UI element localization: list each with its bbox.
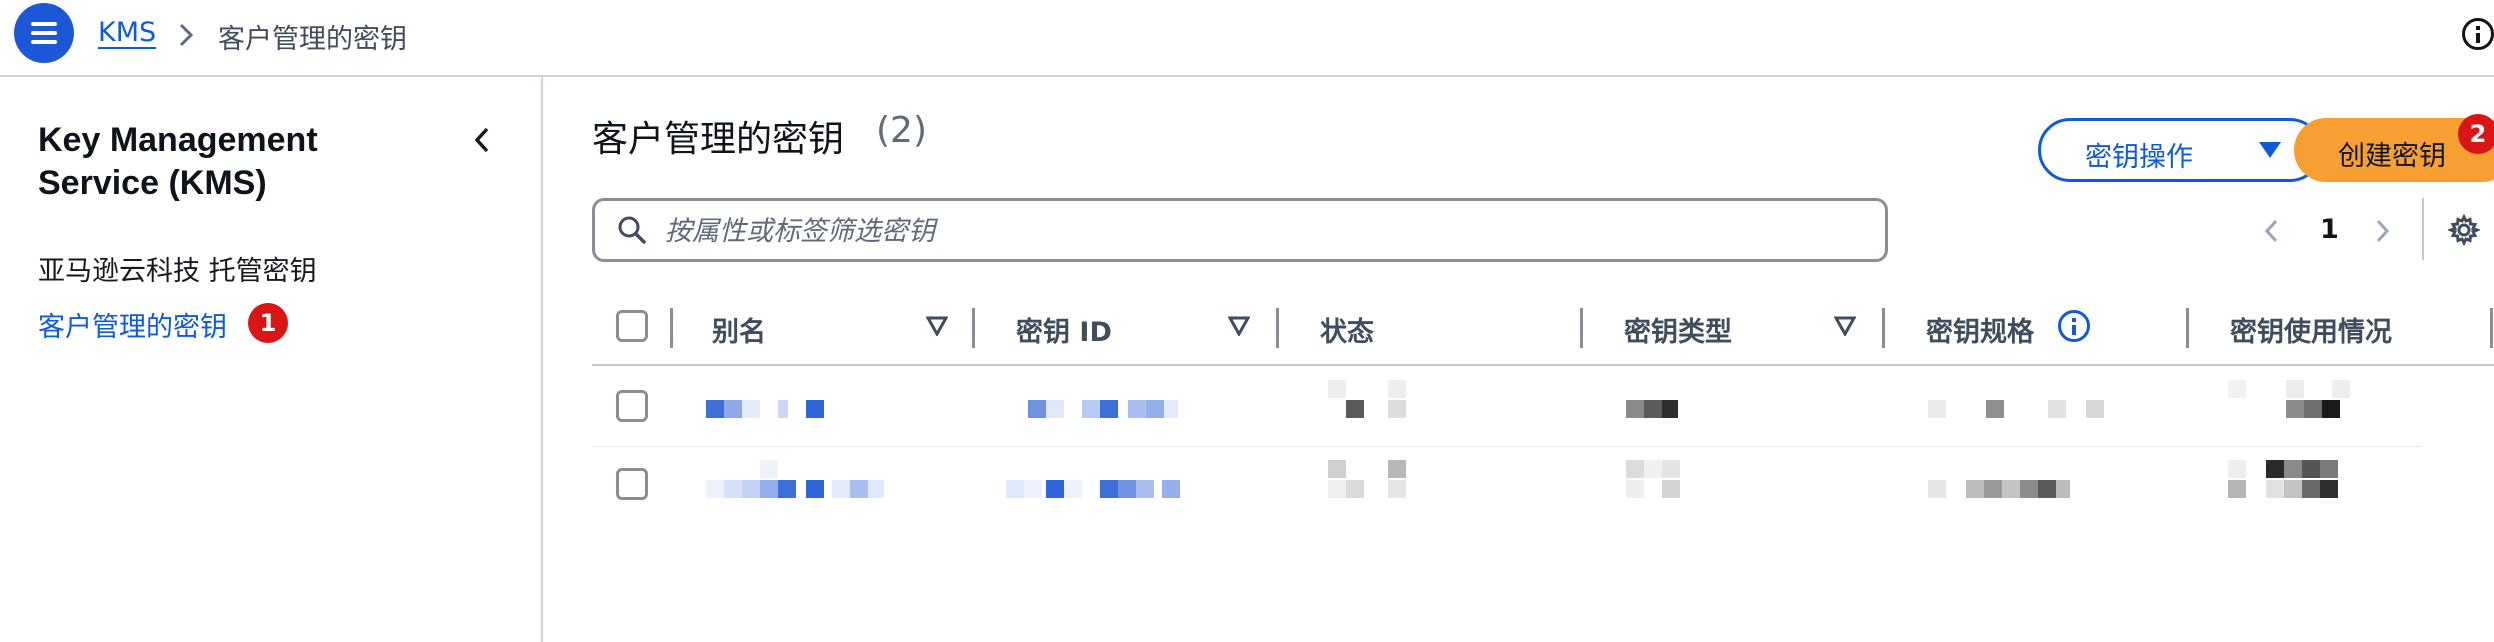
gear-icon[interactable] xyxy=(2448,214,2480,246)
key-actions-label: 密钥操作 xyxy=(2085,142,2193,173)
sidebar: Key Management Service (KMS) 亚马逊云科技 托管密钥… xyxy=(0,77,543,642)
collapse-sidebar-icon[interactable] xyxy=(470,123,494,157)
previous-page-icon[interactable] xyxy=(2262,216,2282,246)
breadcrumb-kms-link[interactable]: KMS xyxy=(98,17,156,48)
sort-icon[interactable] xyxy=(1834,316,1856,336)
column-divider xyxy=(2490,308,2493,348)
chevron-right-icon xyxy=(179,23,194,47)
table-header: 别名 密钥 ID 状态 密钥类型 密钥规格 密钥使用情况 xyxy=(592,296,2494,366)
column-divider xyxy=(2186,308,2189,348)
sidebar-title: Key Management Service (KMS) xyxy=(38,121,318,202)
column-header-alias[interactable]: 别名 xyxy=(712,310,766,349)
sidebar-item-customer-managed-keys[interactable]: 客户管理的密钥 xyxy=(38,305,227,344)
next-page-icon[interactable] xyxy=(2372,216,2392,246)
column-divider xyxy=(972,308,975,348)
pagination-divider xyxy=(2422,198,2424,260)
filter-search-box[interactable] xyxy=(592,198,1888,262)
search-icon xyxy=(618,216,646,244)
column-header-key-type[interactable]: 密钥类型 xyxy=(1624,310,1732,349)
top-navigation-bar: KMS 客户管理的密钥 xyxy=(0,0,2494,77)
column-divider xyxy=(670,308,673,348)
table-row[interactable] xyxy=(592,446,2494,524)
column-header-key-usage[interactable]: 密钥使用情况 xyxy=(2230,310,2392,349)
info-icon[interactable] xyxy=(2462,18,2494,50)
search-input[interactable] xyxy=(665,213,1865,249)
column-header-key-id[interactable]: 密钥 ID xyxy=(1016,310,1112,349)
key-count: (2) xyxy=(876,110,927,151)
row-checkbox[interactable] xyxy=(616,390,648,422)
sidebar-item-aws-managed-keys[interactable]: 亚马逊云科技 托管密钥 xyxy=(38,249,317,288)
info-icon[interactable] xyxy=(2058,310,2090,342)
column-divider xyxy=(1276,308,1279,348)
select-all-checkbox[interactable] xyxy=(616,310,648,342)
column-header-key-spec[interactable]: 密钥规格 xyxy=(1926,310,2034,349)
table-row[interactable] xyxy=(592,368,2494,446)
caret-down-icon xyxy=(2259,142,2281,158)
breadcrumb-current: 客户管理的密钥 xyxy=(218,24,407,55)
create-notification-badge: 2 xyxy=(2458,114,2494,154)
create-key-label: 创建密钥 xyxy=(2338,141,2446,172)
key-actions-button[interactable]: 密钥操作 xyxy=(2038,118,2322,182)
row-checkbox[interactable] xyxy=(616,468,648,500)
sort-icon[interactable] xyxy=(926,316,948,336)
column-divider xyxy=(1882,308,1885,348)
current-page-number[interactable]: 1 xyxy=(2320,214,2339,245)
menu-icon[interactable] xyxy=(14,3,74,63)
sort-icon[interactable] xyxy=(1228,316,1250,336)
sidebar-notification-badge: 1 xyxy=(248,303,288,343)
page-title: 客户管理的密钥 xyxy=(592,119,845,160)
column-header-status[interactable]: 状态 xyxy=(1320,310,1374,349)
column-divider xyxy=(1580,308,1583,348)
